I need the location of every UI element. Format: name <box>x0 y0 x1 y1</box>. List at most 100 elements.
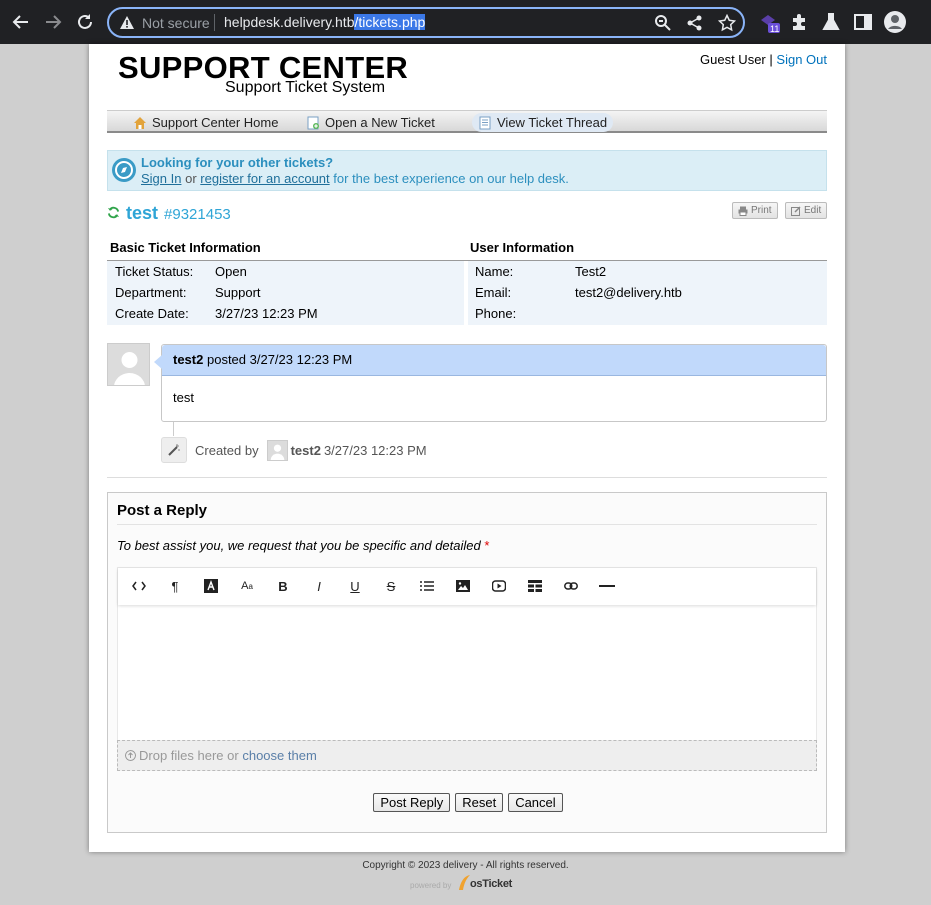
thread-message: test2 posted 3/27/23 12:23 PM test <box>154 344 827 422</box>
event-user: test2 <box>290 442 321 458</box>
video-button[interactable] <box>487 576 511 596</box>
share-icon[interactable] <box>686 14 704 32</box>
message-author: test2 <box>173 352 204 367</box>
list-button[interactable] <box>415 576 439 596</box>
reload-button[interactable] <box>73 10 97 34</box>
edit-button[interactable]: Edit <box>785 202 828 219</box>
not-secure-label[interactable]: Not secure <box>142 15 210 31</box>
guest-user-label: Guest User <box>700 52 766 67</box>
url-text[interactable]: helpdesk.delivery.htb/tickets.php <box>224 14 426 30</box>
reply-divider <box>117 524 817 525</box>
reload-icon <box>78 14 92 29</box>
strikethrough-button[interactable]: S <box>379 576 403 596</box>
image-button[interactable] <box>451 576 475 596</box>
magic-wand-icon <box>161 437 187 463</box>
nav-open-new-ticket[interactable]: Open a New Ticket <box>300 113 441 132</box>
zoom-icon[interactable] <box>654 14 672 32</box>
user-bar: Guest User | Sign Out <box>700 52 827 67</box>
info-label: Ticket Status: <box>115 264 194 279</box>
ticket-number: #9321453 <box>164 206 231 223</box>
post-reply-button[interactable]: Post Reply <box>373 793 451 812</box>
nav-label: View Ticket Thread <box>497 115 608 130</box>
nav-support-center-home[interactable]: Support Center Home <box>127 113 284 132</box>
print-label: Print <box>751 205 772 216</box>
profile-avatar-icon[interactable] <box>884 11 906 33</box>
drop-text-line: Drop files here or choose them <box>139 748 317 763</box>
info-value: Test2 <box>575 264 607 279</box>
main-nav: Support Center Home Open a New Ticket Vi… <box>107 110 827 133</box>
italic-icon: I <box>317 578 321 594</box>
refresh-icon[interactable] <box>107 206 120 219</box>
text-color-button[interactable] <box>199 576 223 596</box>
reply-form: Post a Reply To best assist you, we requ… <box>107 492 827 833</box>
info-value: 3/27/23 12:23 PM <box>215 306 318 321</box>
basic-info-box: Ticket Status: Open Department: Support … <box>107 261 464 325</box>
powered-by-logo[interactable]: powered by osTicket <box>410 874 520 894</box>
print-icon <box>738 206 748 216</box>
register-link[interactable]: register for an account <box>200 171 329 186</box>
horizontal-rule-button[interactable] <box>595 576 619 596</box>
back-arrow-icon <box>12 15 28 29</box>
message-posted: posted 3/27/23 12:23 PM <box>206 352 353 367</box>
italic-button[interactable]: I <box>307 576 331 596</box>
code-view-button[interactable] <box>127 576 151 596</box>
info-label: Name: <box>475 264 514 279</box>
video-icon <box>492 580 506 592</box>
paragraph-icon: ¶ <box>171 578 179 594</box>
extension-badge-icon[interactable]: 11 <box>758 12 780 34</box>
sign-in-link[interactable]: Sign In <box>141 171 181 186</box>
basic-info-heading: Basic Ticket Information <box>110 240 261 255</box>
reply-hint: To best assist you, we request that you … <box>117 538 489 553</box>
file-drop-zone[interactable]: Drop files here or choose them <box>117 740 817 771</box>
notice-body: Sign In or register for an account for t… <box>141 171 569 186</box>
ticket-subject[interactable]: test <box>126 203 158 224</box>
forward-button[interactable] <box>41 10 65 34</box>
copyright: Copyright © 2023 delivery - All rights r… <box>362 860 569 871</box>
choose-files-link[interactable]: choose them <box>242 748 316 763</box>
page-container: SUPPORT CENTER Support Ticket System Gue… <box>89 44 845 852</box>
nav-label: Support Center Home <box>152 115 279 130</box>
info-label: Create Date: <box>115 306 189 321</box>
labs-flask-icon[interactable] <box>821 12 841 32</box>
font-size-icon: Aa <box>241 580 253 592</box>
ticket-title: test #9321453 <box>107 203 231 224</box>
logo-subtitle: Support Ticket System <box>225 79 386 96</box>
message-author-line: test2 posted 3/27/23 12:23 PM <box>173 352 352 367</box>
notice-or: or <box>185 171 197 186</box>
bold-icon: B <box>278 578 288 594</box>
underline-button[interactable]: U <box>343 576 367 596</box>
puzzle-extensions-icon[interactable] <box>789 12 809 32</box>
info-label: Phone: <box>475 306 517 321</box>
print-button[interactable]: Print <box>732 202 778 219</box>
osticket-logo-icon <box>459 875 470 890</box>
message-body: test <box>173 390 194 405</box>
link-button[interactable] <box>559 576 583 596</box>
omnibox-divider <box>214 14 215 31</box>
thread-separator <box>107 477 827 478</box>
underline-icon: U <box>350 578 360 594</box>
side-panel-icon[interactable] <box>853 12 873 32</box>
notice-rest: for the best experience on our help desk… <box>333 171 569 186</box>
nav-view-ticket-thread[interactable]: View Ticket Thread <box>472 113 614 132</box>
back-button[interactable] <box>9 10 33 34</box>
font-size-button[interactable]: Aa <box>235 576 259 596</box>
edit-label: Edit <box>804 205 822 216</box>
sign-out-link[interactable]: Sign Out <box>776 52 827 67</box>
reply-hint-text: To best assist you, we request that you … <box>117 538 481 553</box>
user-info-heading: User Information <box>470 240 575 255</box>
table-button[interactable] <box>523 576 547 596</box>
strikethrough-icon: S <box>386 578 396 594</box>
bookmark-star-icon[interactable] <box>718 14 736 32</box>
editor-toolbar: ¶ Aa B I U S <box>118 568 816 605</box>
bold-button[interactable]: B <box>271 576 295 596</box>
cancel-button[interactable]: Cancel <box>508 793 563 812</box>
paragraph-button[interactable]: ¶ <box>163 576 187 596</box>
upload-icon <box>125 750 136 761</box>
message-pointer <box>154 355 162 369</box>
info-label: Email: <box>475 285 512 300</box>
link-icon <box>564 582 578 590</box>
reset-button[interactable]: Reset <box>455 793 504 812</box>
address-bar[interactable]: Not secure helpdesk.delivery.htb/tickets… <box>107 7 745 38</box>
event-time: 3/27/23 12:23 PM <box>323 442 427 458</box>
message-header: test2 posted 3/27/23 12:23 PM <box>162 345 826 376</box>
